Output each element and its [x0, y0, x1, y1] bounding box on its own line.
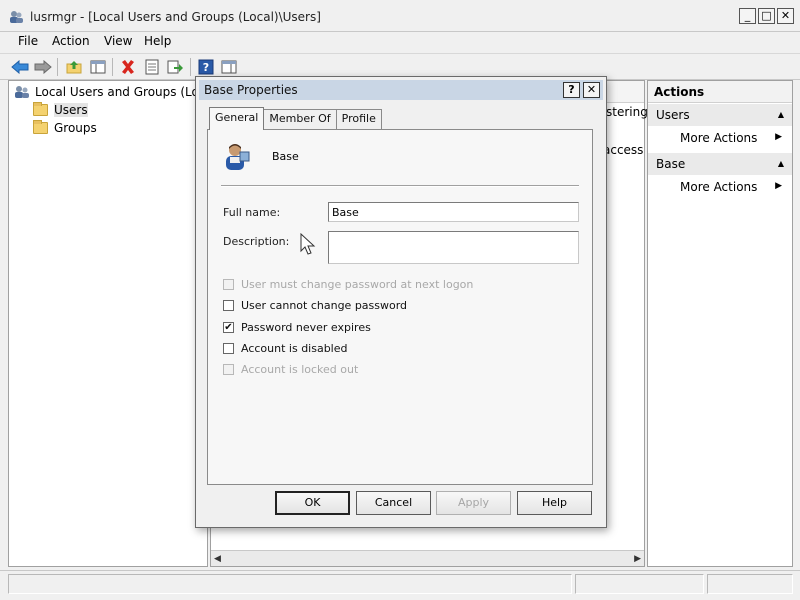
actions-pane: Actions Users ▲ More Actions ▶ Base ▲ Mo…	[647, 80, 793, 567]
checkbox-box[interactable]	[223, 279, 234, 290]
minimize-button[interactable]: _	[739, 8, 756, 24]
checkbox-box[interactable]	[223, 300, 234, 311]
more-actions-base[interactable]: More Actions ▶	[648, 176, 792, 198]
full-name-label: Full name:	[223, 206, 281, 219]
tree-root[interactable]: Local Users and Groups (Local	[13, 83, 216, 101]
window-title: lusrmgr - [Local Users and Groups (Local…	[30, 10, 321, 24]
tree-item-users[interactable]: Users	[33, 101, 88, 119]
checkbox-label: User must change password at next logon	[241, 278, 474, 291]
window-titlebar: lusrmgr - [Local Users and Groups (Local…	[0, 0, 800, 32]
menu-view[interactable]: View	[104, 34, 132, 48]
delete-icon[interactable]	[118, 57, 138, 77]
close-button[interactable]: ✕	[777, 8, 794, 24]
more-actions-users[interactable]: More Actions ▶	[648, 127, 792, 149]
help-button[interactable]: Help	[517, 491, 592, 515]
actions-section-users[interactable]: Users ▲	[648, 104, 792, 126]
checkbox-label: Password never expires	[241, 321, 371, 334]
must-change-password-checkbox[interactable]: User must change password at next logon	[223, 278, 473, 291]
more-actions-label: More Actions	[680, 131, 758, 145]
actions-title: Actions	[648, 81, 792, 103]
actions-section-label: Users	[656, 108, 690, 122]
more-actions-label: More Actions	[680, 180, 758, 194]
checkbox-box[interactable]	[223, 364, 234, 375]
action-pane-icon[interactable]	[219, 57, 239, 77]
tab-profile[interactable]: Profile	[335, 109, 382, 129]
apply-button[interactable]: Apply	[436, 491, 511, 515]
status-cell	[707, 574, 793, 594]
folder-icon	[33, 120, 48, 134]
mouse-cursor-icon	[300, 233, 316, 255]
properties-dialog: Base Properties ? ✕ General Member Of Pr…	[195, 76, 607, 528]
lusrmgr-app-icon	[10, 11, 23, 23]
account-locked-out-checkbox[interactable]: Account is locked out	[223, 363, 358, 376]
tree-root-label: Local Users and Groups (Local	[35, 85, 217, 99]
folder-icon	[33, 102, 48, 116]
cannot-change-password-checkbox[interactable]: User cannot change password	[223, 299, 407, 312]
description-fragment: stering	[606, 105, 648, 119]
menu-help[interactable]: Help	[144, 34, 171, 48]
tab-general[interactable]: General	[209, 107, 265, 130]
description-label: Description:	[223, 235, 290, 248]
full-name-field[interactable]	[328, 202, 579, 222]
tab-member-of[interactable]: Member Of	[263, 109, 337, 129]
dialog-title: Base Properties	[204, 83, 298, 97]
tree-item-label: Groups	[54, 121, 97, 135]
forward-arrow-icon[interactable]	[33, 57, 53, 77]
divider	[221, 185, 579, 187]
actions-section-base[interactable]: Base ▲	[648, 153, 792, 175]
status-bar	[0, 570, 800, 600]
show-hide-tree-icon[interactable]	[88, 57, 108, 77]
dialog-help-button[interactable]: ?	[563, 82, 580, 98]
checkbox-box[interactable]	[223, 343, 234, 354]
properties-icon[interactable]	[142, 57, 162, 77]
cancel-button[interactable]: Cancel	[356, 491, 431, 515]
account-disabled-checkbox[interactable]: Account is disabled	[223, 342, 348, 355]
status-cell	[575, 574, 704, 594]
users-groups-icon	[15, 86, 29, 98]
collapse-icon: ▲	[777, 159, 784, 168]
horizontal-scrollbar[interactable]: ◀ ▶	[211, 550, 644, 566]
description-fragment: access t	[603, 143, 652, 157]
description-field[interactable]	[328, 231, 579, 264]
checkbox-box[interactable]: ✔	[223, 322, 234, 333]
menu-file[interactable]: File	[18, 34, 38, 48]
scroll-right-icon[interactable]: ▶	[634, 554, 641, 564]
tree-item-label: Users	[54, 103, 88, 117]
user-icon	[226, 144, 250, 170]
submenu-arrow-icon: ▶	[775, 132, 782, 142]
dialog-titlebar[interactable]: Base Properties ? ✕	[199, 80, 603, 100]
general-tab-panel: Base Full name: Description: User must c…	[207, 129, 593, 485]
checkbox-label: User cannot change password	[241, 299, 408, 312]
dialog-close-button[interactable]: ✕	[583, 82, 600, 98]
checkbox-label: Account is disabled	[241, 342, 348, 355]
password-never-expires-checkbox[interactable]: ✔ Password never expires	[223, 321, 371, 334]
submenu-arrow-icon: ▶	[775, 181, 782, 191]
menu-action[interactable]: Action	[52, 34, 90, 48]
dialog-tabs: General Member Of Profile	[209, 107, 382, 130]
help-icon[interactable]: ?	[196, 57, 216, 77]
console-tree: Local Users and Groups (Local Users Grou…	[8, 80, 216, 567]
up-folder-icon[interactable]	[64, 57, 84, 77]
ok-button[interactable]: OK	[275, 491, 350, 515]
tree-item-groups[interactable]: Groups	[33, 119, 97, 137]
svg-text:?: ?	[203, 61, 209, 74]
back-arrow-icon[interactable]	[10, 57, 30, 77]
status-cell	[8, 574, 572, 594]
collapse-icon: ▲	[777, 110, 784, 119]
scroll-left-icon[interactable]: ◀	[214, 554, 221, 564]
actions-section-label: Base	[656, 157, 686, 171]
menu-bar: File Action View Help	[0, 32, 800, 52]
user-name: Base	[272, 150, 299, 163]
export-icon[interactable]	[165, 57, 185, 77]
checkbox-label: Account is locked out	[241, 363, 359, 376]
maximize-button[interactable]: □	[758, 8, 775, 24]
